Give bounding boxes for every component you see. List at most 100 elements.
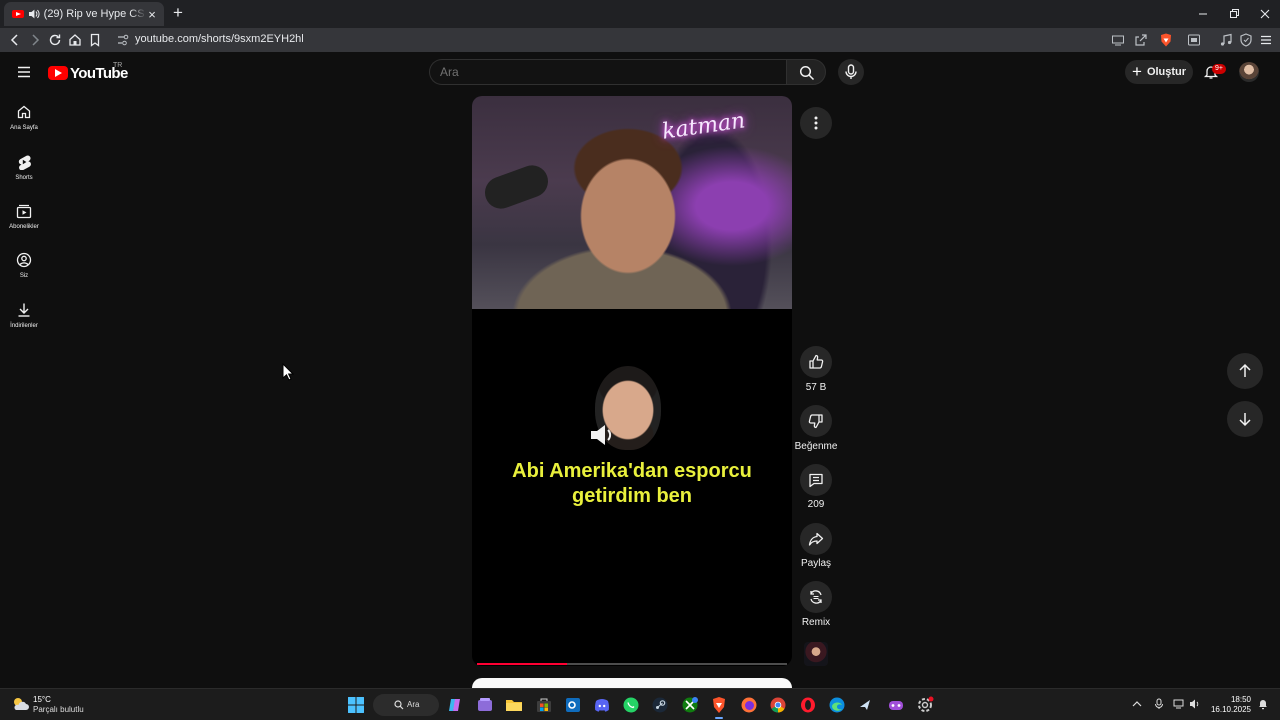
muted-speaker-icon[interactable] — [588, 420, 618, 450]
weather-description[interactable]: Parçalı bulutlu — [33, 705, 84, 714]
notification-badge: 9+ — [1212, 64, 1226, 74]
restore-window-icon[interactable] — [1226, 6, 1242, 22]
account-avatar[interactable] — [1239, 62, 1259, 82]
voice-search-button[interactable] — [838, 59, 864, 85]
create-label: Oluştur — [1146, 66, 1187, 78]
site-info-icon[interactable] — [116, 33, 130, 47]
forward-arrow-icon[interactable] — [27, 32, 43, 48]
chrome-icon[interactable] — [769, 696, 787, 714]
browser-tab[interactable]: (29) Rip ve Hype CS 2'de Tuzak × — [4, 2, 164, 26]
shorts-icon — [18, 155, 31, 170]
home-icon[interactable] — [67, 32, 83, 48]
dislike-label: Beğenme — [794, 441, 838, 452]
user-circle-icon — [16, 252, 32, 268]
tray-chevron-up-icon[interactable] — [1131, 698, 1143, 710]
channel-avatar-thumbnail[interactable] — [804, 642, 828, 666]
partly-cloudy-icon[interactable] — [11, 696, 29, 712]
address-bar-url[interactable]: youtube.com/shorts/9sxm2EYH2hl — [135, 33, 304, 45]
minimize-window-icon[interactable] — [1195, 6, 1211, 22]
home-icon — [17, 105, 31, 119]
edge-icon[interactable] — [828, 696, 846, 714]
video-progress-bar[interactable] — [477, 663, 787, 665]
next-short-button[interactable] — [1227, 401, 1263, 437]
subscriptions-icon — [16, 204, 32, 219]
guide-item-subscriptions[interactable]: Abonelikler — [0, 203, 48, 243]
game-launcher-icon[interactable] — [887, 696, 905, 714]
active-app-indicator — [715, 717, 723, 719]
tab-title: (29) Rip ve Hype CS 2'de Tuzak — [43, 8, 147, 20]
guide-item-you[interactable]: Siz — [0, 252, 48, 292]
back-arrow-icon[interactable] — [7, 32, 23, 48]
comments-button[interactable] — [800, 464, 832, 496]
media-controls-icon[interactable] — [1218, 32, 1234, 48]
search-button[interactable] — [786, 59, 826, 85]
share-button[interactable] — [800, 523, 832, 555]
shorts-video-player[interactable]: katman Abi Amerika'dan esporcu getirdim … — [472, 96, 792, 666]
task-view-icon[interactable] — [476, 696, 494, 714]
firefox-icon[interactable] — [740, 696, 758, 714]
microphone-icon — [845, 64, 857, 79]
remix-button[interactable] — [800, 581, 832, 613]
outlook-icon[interactable] — [564, 696, 582, 714]
close-window-icon[interactable] — [1257, 6, 1273, 22]
clock-time[interactable]: 18:50 — [1213, 695, 1251, 704]
discord-icon[interactable] — [593, 696, 611, 714]
search-input[interactable] — [440, 65, 760, 79]
share-label: Paylaş — [800, 558, 831, 569]
more-vertical-icon — [814, 116, 818, 130]
previous-short-button[interactable] — [1227, 353, 1263, 389]
guide-item-downloads[interactable]: İndirilenler — [0, 302, 48, 342]
clock-date[interactable]: 16.10.2025 — [1205, 705, 1251, 714]
tab-close-icon[interactable]: × — [146, 7, 158, 22]
create-button[interactable]: + Oluştur — [1125, 60, 1193, 84]
browser-toolbar: youtube.com/shorts/9sxm2EYH2hl — [0, 28, 1280, 52]
browser-tab-bar: (29) Rip ve Hype CS 2'de Tuzak × + — [0, 0, 1280, 28]
search-box — [429, 59, 786, 85]
like-button[interactable] — [800, 346, 832, 378]
neon-sign-text: katman — [660, 108, 747, 145]
windows-start-icon[interactable] — [347, 696, 365, 714]
tray-microphone-icon[interactable] — [1153, 698, 1165, 710]
caption-line-2: getirdim ben — [571, 485, 692, 507]
search-icon — [799, 65, 815, 81]
guide-item-shorts[interactable]: Shorts — [0, 154, 48, 194]
thumbs-down-icon — [808, 414, 823, 429]
more-options-button[interactable] — [800, 107, 832, 139]
browser-menu-icon[interactable] — [1258, 32, 1274, 48]
steam-client-icon[interactable] — [857, 696, 875, 714]
opera-icon[interactable] — [799, 696, 817, 714]
share-page-icon[interactable] — [1133, 32, 1149, 48]
settings-gear-icon[interactable] — [916, 696, 934, 714]
comment-count: 209 — [807, 499, 825, 510]
cast-icon[interactable] — [1110, 32, 1126, 48]
thumbs-up-icon — [809, 354, 824, 369]
steam-icon[interactable] — [651, 696, 669, 714]
guide-item-home[interactable]: Ana Sayfa — [0, 104, 48, 144]
dislike-button[interactable] — [800, 405, 832, 437]
video-caption: Abi Amerika'dan esporcu getirdim ben — [472, 459, 792, 509]
microsoft-store-icon[interactable] — [535, 696, 553, 714]
caption-line-1: Abi Amerika'dan esporcu — [512, 460, 752, 482]
brave-browser-icon[interactable] — [710, 696, 728, 714]
brave-shields-icon[interactable] — [1158, 32, 1174, 48]
bookmark-icon[interactable] — [87, 32, 103, 48]
file-explorer-icon[interactable] — [505, 696, 523, 714]
guide-item-label: Abonelikler — [9, 224, 39, 230]
copilot-icon[interactable] — [446, 696, 464, 714]
arrow-up-icon — [1239, 363, 1251, 377]
sidebar-toggle-icon[interactable] — [1186, 32, 1202, 48]
new-tab-button[interactable]: + — [170, 4, 186, 24]
taskbar-search-button[interactable]: Ara — [373, 694, 439, 716]
guide-menu-icon[interactable] — [16, 64, 32, 80]
xbox-icon[interactable] — [681, 696, 699, 714]
vpn-shield-icon[interactable] — [1238, 32, 1254, 48]
weather-temperature[interactable]: 15°C — [33, 695, 51, 704]
reload-icon[interactable] — [47, 32, 63, 48]
country-code: TR — [113, 62, 123, 69]
webcam-video-frame: katman — [472, 96, 792, 309]
tray-network-icon[interactable] — [1173, 698, 1185, 710]
tab-audio-speaker-icon[interactable] — [28, 8, 40, 20]
whatsapp-icon[interactable] — [622, 696, 640, 714]
notification-center-icon[interactable] — [1257, 698, 1269, 710]
tray-volume-icon[interactable] — [1189, 698, 1201, 710]
